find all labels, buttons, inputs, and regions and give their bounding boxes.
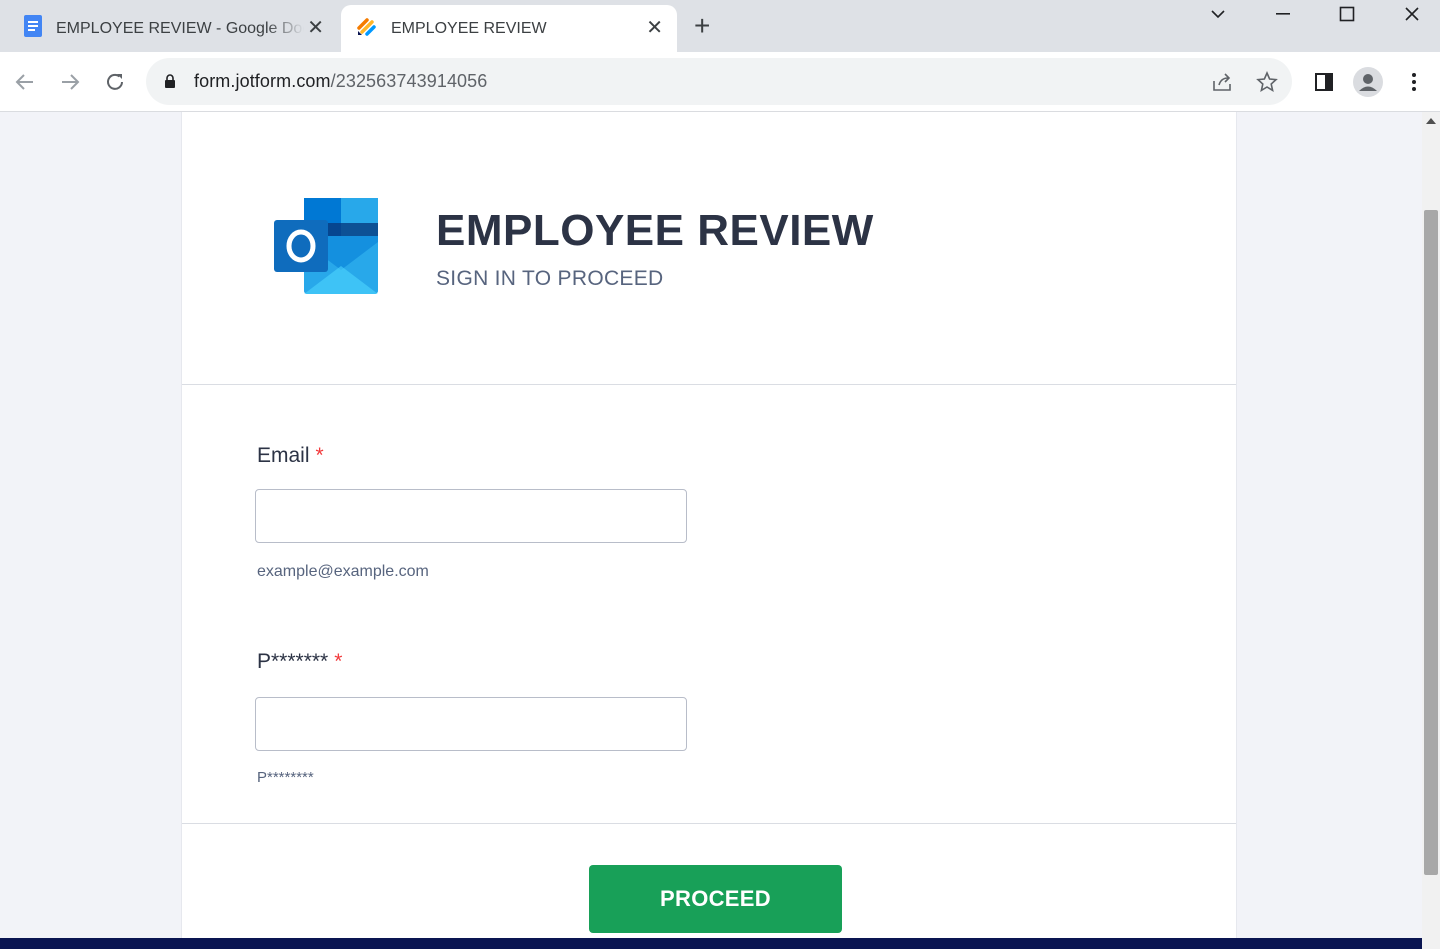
minimize-icon[interactable] bbox=[1253, 0, 1313, 28]
tab-title: EMPLOYEE REVIEW - Google Docs bbox=[56, 19, 304, 37]
email-field[interactable] bbox=[255, 489, 687, 543]
lock-icon bbox=[164, 73, 176, 94]
email-label: Email * bbox=[257, 444, 324, 468]
form-card: EMPLOYEE REVIEW SIGN IN TO PROCEED Email… bbox=[181, 112, 1237, 949]
reload-icon[interactable] bbox=[99, 66, 131, 98]
password-label-text: P******* bbox=[257, 650, 329, 673]
proceed-button[interactable]: PROCEED bbox=[589, 865, 842, 933]
tab-employee-review[interactable]: EMPLOYEE REVIEW ✕ bbox=[341, 5, 677, 52]
form-subtitle: SIGN IN TO PROCEED bbox=[436, 267, 664, 290]
email-label-text: Email bbox=[257, 444, 310, 467]
required-mark: * bbox=[315, 444, 324, 467]
bookmark-star-icon[interactable] bbox=[1251, 66, 1283, 98]
url-host: form.jotform.com bbox=[194, 71, 331, 91]
side-panel-icon[interactable] bbox=[1308, 66, 1340, 98]
tab-strip: EMPLOYEE REVIEW - Google Docs ✕ EMPLOYEE… bbox=[0, 0, 1440, 52]
profile-avatar-icon[interactable] bbox=[1352, 66, 1384, 98]
email-sublabel: example@example.com bbox=[257, 563, 429, 580]
scrollbar-thumb[interactable] bbox=[1424, 210, 1438, 875]
form-title: EMPLOYEE REVIEW bbox=[436, 206, 874, 255]
share-icon[interactable] bbox=[1206, 66, 1238, 98]
back-arrow-icon[interactable] bbox=[9, 66, 41, 98]
forward-arrow-icon[interactable] bbox=[54, 66, 86, 98]
browser-toolbar: form.jotform.com/232563743914056 bbox=[0, 52, 1440, 112]
footer-divider bbox=[182, 823, 1236, 824]
tab-google-docs[interactable]: EMPLOYEE REVIEW - Google Docs ✕ bbox=[8, 5, 338, 52]
menu-kebab-icon[interactable] bbox=[1398, 66, 1430, 98]
jotform-icon bbox=[355, 14, 379, 43]
close-window-icon[interactable] bbox=[1382, 0, 1440, 28]
tab-title: EMPLOYEE REVIEW bbox=[391, 19, 547, 37]
page-footer-bar bbox=[0, 938, 1422, 949]
password-field[interactable] bbox=[255, 697, 687, 751]
google-docs-icon bbox=[22, 14, 44, 43]
close-tab-icon[interactable]: ✕ bbox=[307, 17, 324, 39]
new-tab-button[interactable]: + bbox=[694, 12, 710, 40]
outlook-logo-icon bbox=[274, 196, 384, 301]
address-bar[interactable]: form.jotform.com/232563743914056 bbox=[146, 58, 1292, 105]
password-label: P******* * bbox=[257, 650, 342, 674]
scroll-up-arrow-icon[interactable] bbox=[1426, 118, 1436, 124]
url-path: /232563743914056 bbox=[330, 71, 488, 91]
url-text[interactable]: form.jotform.com/232563743914056 bbox=[194, 71, 487, 92]
close-tab-icon[interactable]: ✕ bbox=[646, 17, 663, 39]
required-mark: * bbox=[334, 650, 343, 673]
header-divider bbox=[182, 384, 1236, 385]
maximize-icon[interactable] bbox=[1317, 0, 1377, 28]
password-sublabel: P******** bbox=[257, 769, 314, 786]
tab-search-icon[interactable] bbox=[1188, 0, 1248, 28]
